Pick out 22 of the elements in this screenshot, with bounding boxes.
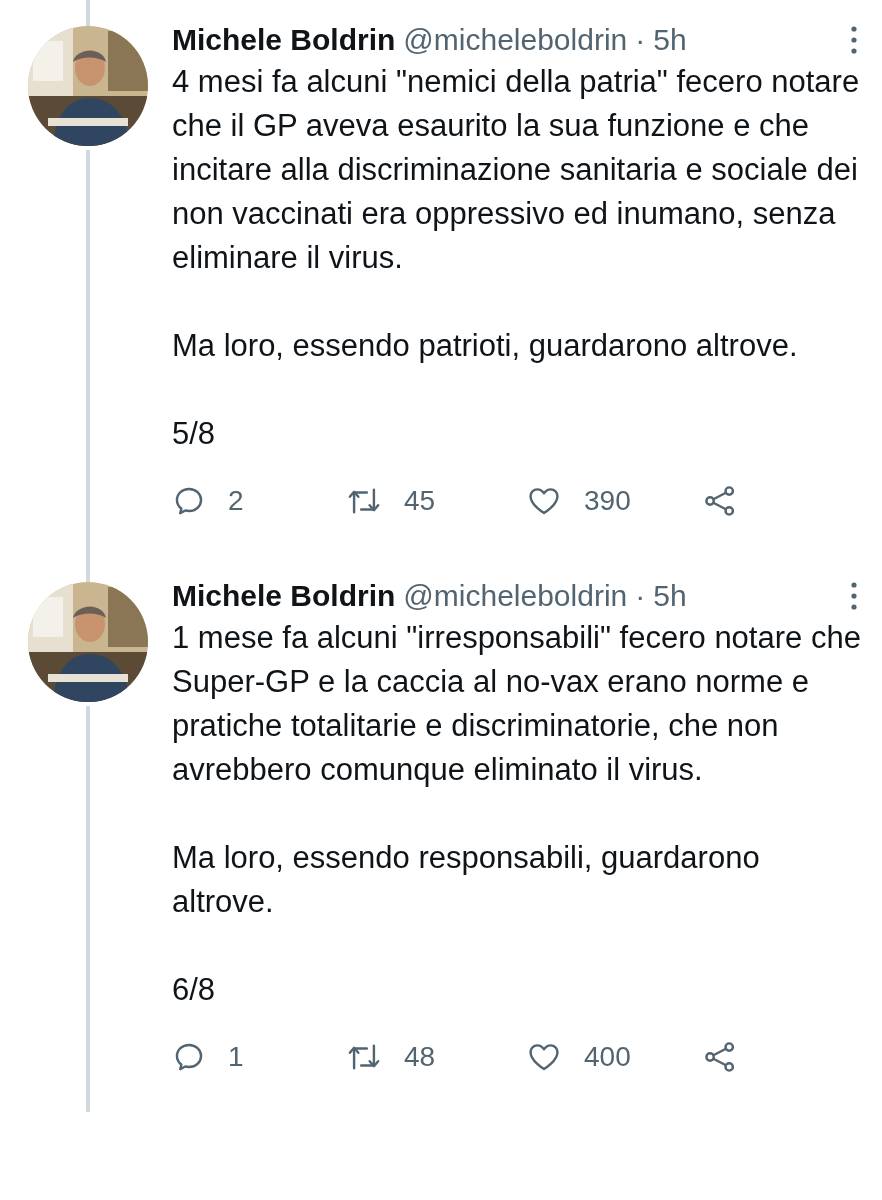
like-count: 390: [584, 485, 631, 517]
reply-count: 2: [228, 485, 244, 517]
author-handle[interactable]: @micheleboldrin: [403, 579, 628, 613]
tweet-text: 1 mese fa alcuni "irresponsabili" fecero notare che Super-GP e la caccia al no-vax erano norme e pratiche totalitarie e discriminatorie, che non avrebbero comunque eliminato il virus.: [172, 619, 862, 789]
retweet-count: 45: [404, 485, 436, 517]
tweet-text: 5/8: [172, 415, 217, 453]
separator: ·: [635, 579, 646, 613]
timestamp[interactable]: 5h: [653, 23, 687, 57]
retweet-count: 48: [404, 1041, 436, 1073]
author-handle[interactable]: @micheleboldrin: [403, 23, 628, 57]
reply-count: 1: [228, 1041, 244, 1073]
tweet-text: 6/8: [172, 971, 217, 1009]
tweet-text: Ma loro, essendo responsabili, guardarono altrove.: [172, 839, 761, 921]
like-count: 400: [584, 1041, 631, 1073]
author-name[interactable]: Michele Boldrin: [172, 579, 396, 613]
more-icon[interactable]: [850, 25, 858, 55]
timestamp[interactable]: 5h: [653, 579, 687, 613]
separator: ·: [635, 23, 646, 57]
tweet-text: Ma loro, essendo patrioti, guardarono altrove.: [172, 327, 799, 365]
author-name[interactable]: Michele Boldrin: [172, 23, 396, 57]
tweet-text: 4 mesi fa alcuni "nemici della patria" fecero notare che il GP aveva esaurito la sua funzione e che incitare alla discriminazione sanitaria e sociale dei non vaccinati era oppressivo ed inumano, senza eliminare il virus.: [172, 63, 861, 277]
more-icon[interactable]: [850, 581, 858, 611]
